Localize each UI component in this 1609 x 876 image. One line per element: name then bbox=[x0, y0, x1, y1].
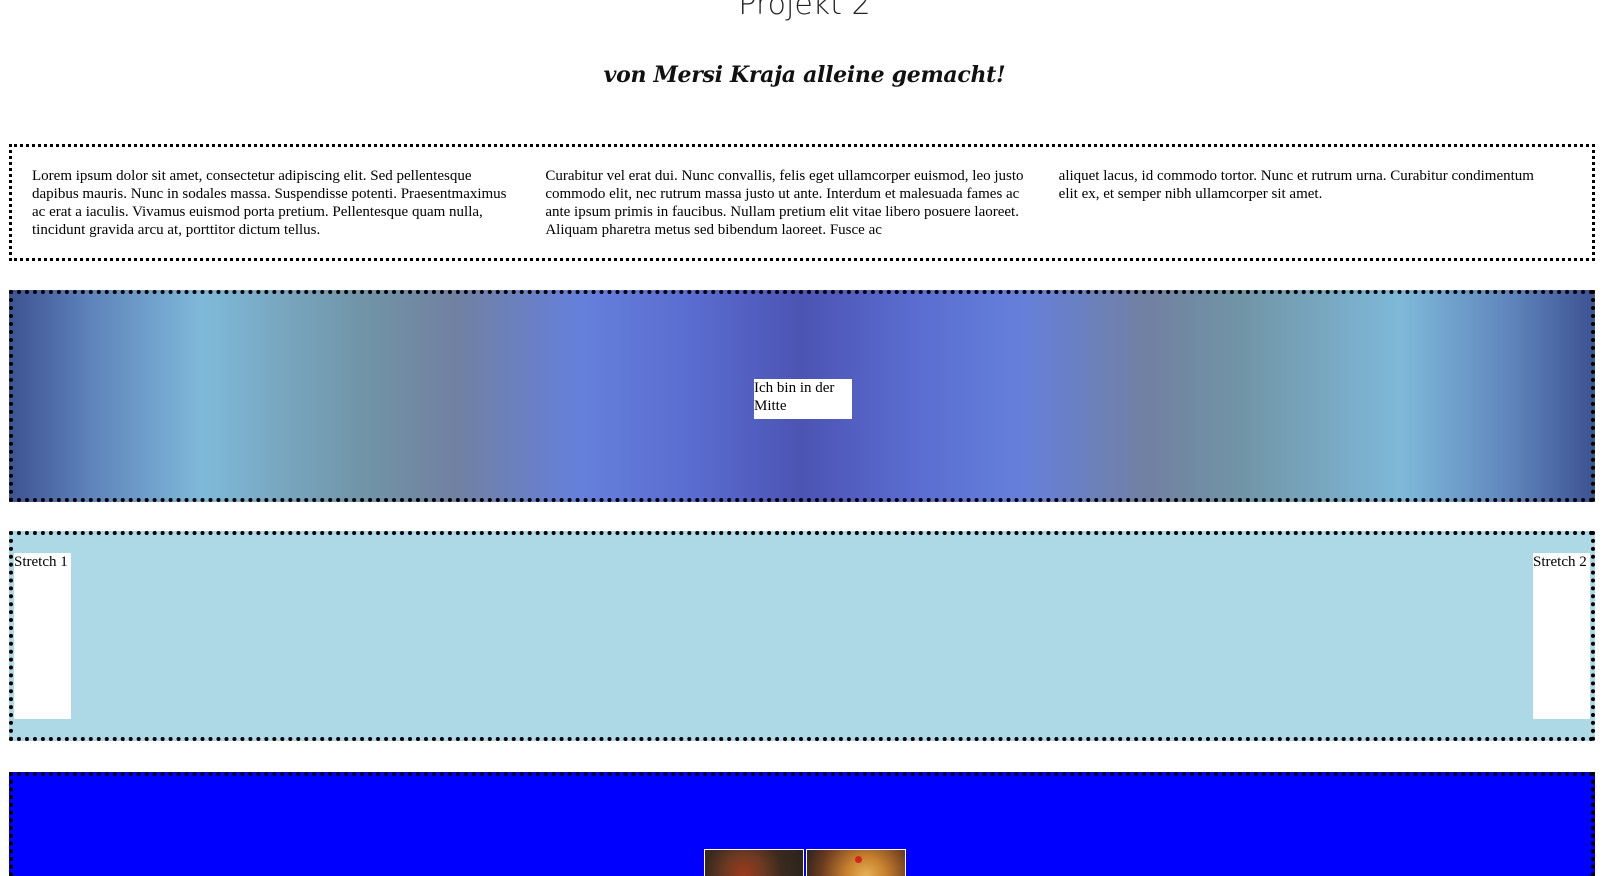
stretch-section: Stretch 1 Stretch 2 bbox=[9, 531, 1595, 741]
page-subtitle: von Mersi Kraja alleine gemacht! bbox=[603, 62, 1006, 88]
page-title: Projekt 2 bbox=[738, 0, 871, 22]
text-column-3-content: aliquet lacus, id commodo tortor. Nunc e… bbox=[1058, 168, 1534, 202]
text-column-2-content: Curabitur vel erat dui. Nunc convallis, … bbox=[545, 168, 1024, 238]
text-column-3: aliquet lacus, id commodo tortor. Nunc e… bbox=[1059, 167, 1572, 238]
pizza-image-2 bbox=[806, 849, 906, 876]
stretch-item-1: Stretch 1 bbox=[14, 553, 71, 719]
image-gallery-section bbox=[9, 772, 1595, 876]
text-column-1-content: Lorem ipsum dolor sit amet, consectetur … bbox=[32, 168, 507, 238]
stretch-item-2: Stretch 2 bbox=[1533, 553, 1590, 719]
tomato-topping-icon bbox=[855, 856, 862, 863]
text-column-1: Lorem ipsum dolor sit amet, consectetur … bbox=[32, 167, 545, 238]
text-column-2: Curabitur vel erat dui. Nunc convallis, … bbox=[545, 167, 1058, 238]
gradient-center-section: Ich bin in der Mitte bbox=[9, 290, 1595, 502]
pizza-image-1 bbox=[704, 849, 804, 876]
text-columns-section: Lorem ipsum dolor sit amet, consectetur … bbox=[9, 144, 1595, 261]
center-box: Ich bin in der Mitte bbox=[754, 379, 852, 419]
